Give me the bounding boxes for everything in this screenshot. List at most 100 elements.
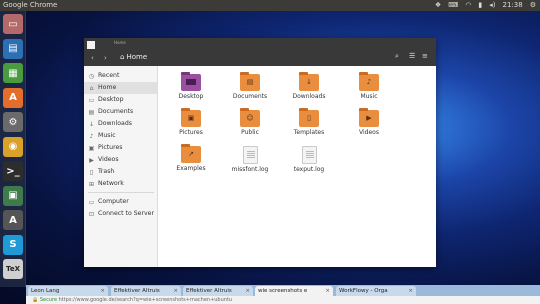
sidebar-item-pictures[interactable]: ▣ Pictures [84, 142, 158, 154]
breadcrumb-home[interactable]: Home [126, 53, 147, 61]
folder-emblem-icon: ↗ [188, 150, 194, 158]
sidebar-item-home[interactable]: ⌂ Home [84, 82, 158, 94]
folder-icon: ▣ [181, 108, 201, 127]
download-icon: ↓ [88, 120, 95, 128]
folder-icon: ▯ [299, 108, 319, 127]
wifi-icon[interactable]: ◠ [465, 0, 471, 11]
calc-launcher-icon[interactable]: ▦ [3, 63, 23, 83]
sidebar-item-label: Trash [98, 168, 115, 175]
forward-button[interactable]: › [104, 54, 107, 62]
tab-label: Effektiver Altruis [114, 288, 160, 294]
tab-label: Leon Lang [31, 288, 60, 294]
file-item-templates[interactable]: ▯ Templates [284, 108, 334, 136]
omnibox[interactable]: 🔒 Secure https://www.google.de/search?q=… [26, 296, 540, 304]
sidebar-item-network[interactable]: ⊞ Network [84, 178, 158, 190]
close-tab-icon[interactable]: × [245, 286, 250, 296]
volume-icon[interactable]: ◂) [489, 0, 495, 11]
file-label: Templates [293, 129, 325, 136]
path-bar[interactable]: ⌂ Home [120, 53, 147, 61]
file-item-pictures[interactable]: ▣ Pictures [166, 108, 216, 136]
browser-tab[interactable]: Effektiver Altruis × [183, 286, 253, 296]
music-icon: ♪ [89, 132, 94, 140]
tab-label: wie screenshots e [258, 288, 308, 294]
places-sidebar: ◷ Recent ⌂ Home ▭ Desktop ▤ Documents ↓ Downloads… [84, 66, 158, 267]
close-tab-icon[interactable]: × [408, 286, 413, 296]
desktop-icon: ▭ [88, 96, 95, 104]
software-center-launcher-icon[interactable]: A [3, 87, 23, 108]
file-item-music[interactable]: ♪ Music [344, 72, 394, 100]
window-title: Home [114, 40, 126, 45]
sidebar-item-label: Documents [98, 108, 134, 115]
folder-emblem-icon: ▤ [246, 78, 254, 86]
file-item-videos[interactable]: ▶ Videos [344, 108, 394, 136]
network-icon: ⊞ [88, 180, 95, 188]
file-item-downloads[interactable]: ↓ Downloads [284, 72, 334, 100]
sidebar-item-videos[interactable]: ▶ Videos [84, 154, 158, 166]
dropbox-icon[interactable]: ❖ [435, 0, 441, 11]
file-label: Desktop [178, 93, 204, 100]
file-item-examples[interactable]: ↗ Examples [166, 144, 216, 172]
folder-icon: ↓ [299, 72, 319, 91]
close-tab-icon[interactable]: × [173, 286, 178, 296]
sidebar-item-downloads[interactable]: ↓ Downloads [84, 118, 158, 130]
folder-icon: ☺ [240, 108, 260, 127]
tab-label: WorkFlowy - Orga [339, 288, 388, 294]
secure-label: Secure [39, 297, 58, 303]
video-icon: ▶ [89, 156, 94, 164]
text-file-icon [242, 146, 258, 164]
trash-icon: ▯ [89, 168, 94, 176]
desktop-emblem-icon [186, 79, 196, 85]
folder-emblem-icon: ↓ [306, 78, 312, 86]
view-list-icon[interactable]: ☰ [409, 52, 415, 60]
menu-icon[interactable]: ≡ [422, 52, 428, 60]
writer-launcher-icon[interactable]: ▤ [3, 38, 23, 59]
terminal-launcher-icon[interactable]: >_ [3, 161, 23, 181]
back-button[interactable]: ‹ [91, 54, 94, 62]
sidebar-item-label: Computer [98, 198, 129, 205]
file-item-texput-log[interactable]: texput.log [284, 146, 334, 173]
chrome-launcher-icon[interactable]: ◉ [3, 136, 23, 157]
folder-emblem-icon: ▯ [307, 114, 311, 122]
browser-tab[interactable]: Effektiver Altruis × [111, 286, 181, 296]
document-icon: ▤ [88, 108, 95, 116]
sidebar-item-label: Recent [98, 72, 120, 79]
file-label: texput.log [293, 166, 325, 173]
sidebar-item-recent[interactable]: ◷ Recent [84, 70, 158, 82]
sidebar-item-connect-to-server[interactable]: ⊡ Connect to Server [84, 208, 158, 220]
browser-tab[interactable]: wie screenshots e × [255, 286, 333, 296]
settings-launcher-icon[interactable]: ⚙ [3, 112, 23, 132]
power-icon[interactable]: ⚙ [530, 0, 536, 11]
sidebar-item-label: Pictures [98, 144, 123, 151]
active-app-title: Google Chrome [3, 1, 58, 9]
close-tab-icon[interactable]: × [325, 286, 330, 296]
skype-launcher-icon[interactable]: S [3, 234, 23, 255]
sidebar-divider [88, 192, 154, 193]
inkscape-launcher-icon[interactable]: A [3, 210, 23, 230]
url-text: https://www.google.de/search?q=wie+scree… [58, 297, 233, 303]
file-label: missfont.log [231, 166, 269, 173]
sidebar-item-computer[interactable]: ▭ Computer [84, 196, 158, 208]
sidebar-item-trash[interactable]: ▯ Trash [84, 166, 158, 178]
sidebar-item-label: Home [98, 84, 117, 91]
language-icon[interactable]: ⌨ [448, 0, 458, 11]
file-item-desktop[interactable]: Desktop [166, 72, 216, 100]
image-viewer-launcher-icon[interactable]: ▣ [3, 185, 23, 206]
folder-icon: ↗ [181, 144, 201, 163]
sidebar-item-desktop[interactable]: ▭ Desktop [84, 94, 158, 106]
file-item-documents[interactable]: ▤ Documents [225, 72, 275, 100]
file-item-missfont-log[interactable]: missfont.log [225, 146, 275, 173]
battery-icon[interactable]: ▮ [478, 0, 482, 11]
browser-tab[interactable]: WorkFlowy - Orga × [336, 286, 416, 296]
chrome-tab-strip: Leon Lang × Effektiver Altruis × Effektiver … [26, 285, 540, 296]
window-menu-icon[interactable] [87, 41, 95, 49]
texmaker-launcher-icon[interactable]: TeX [3, 259, 23, 279]
clock[interactable]: 21:38 [503, 0, 523, 11]
file-item-public[interactable]: ☺ Public [225, 108, 275, 136]
search-icon[interactable]: ⌕ [395, 52, 399, 61]
sidebar-item-documents[interactable]: ▤ Documents [84, 106, 158, 118]
files-launcher-icon[interactable]: ▭ [3, 14, 23, 34]
browser-tab[interactable]: Leon Lang × [28, 286, 108, 296]
folder-emblem-icon: ♪ [366, 78, 372, 86]
sidebar-item-music[interactable]: ♪ Music [84, 130, 158, 142]
close-tab-icon[interactable]: × [100, 286, 105, 296]
